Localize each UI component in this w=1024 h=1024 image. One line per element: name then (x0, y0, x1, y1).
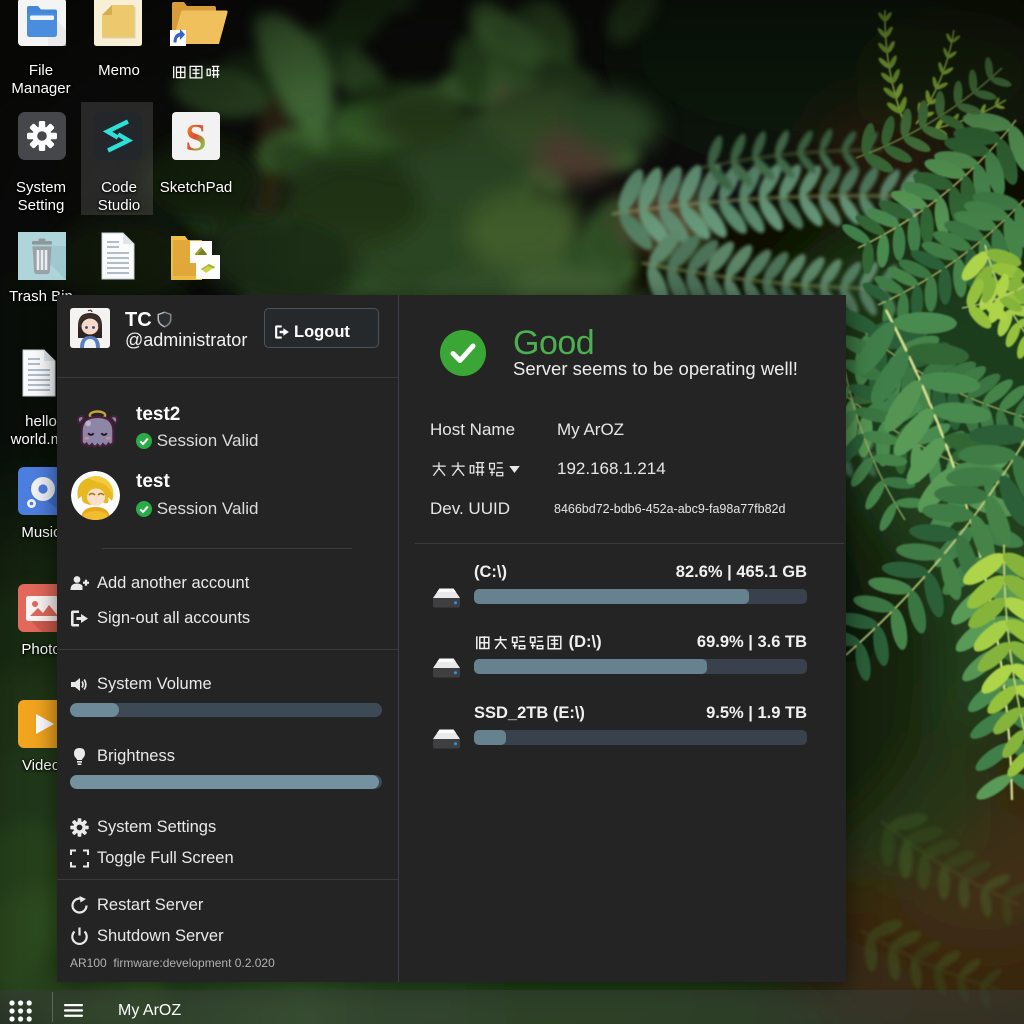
svg-text:S: S (185, 117, 206, 159)
